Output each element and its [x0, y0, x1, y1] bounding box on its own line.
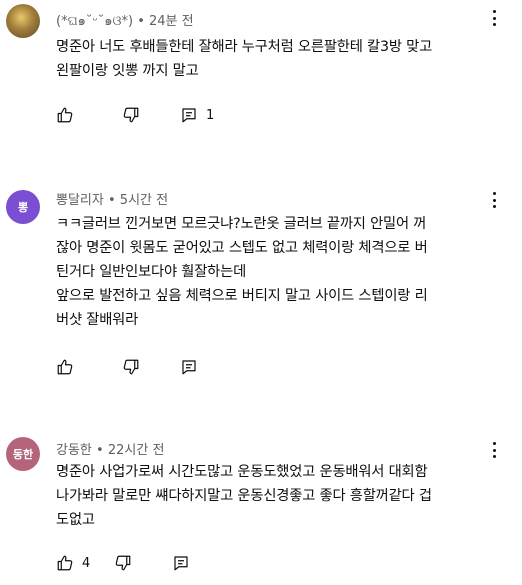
comment-line: 잖아 명준이 윗몸도 굳어있고 스텝도 없고 체력이랑 체격으로 버	[56, 240, 428, 256]
comment-line: ㅋㅋ글러브 낀거보면 모르긋냐?노란옷 글러브 끝까지 안밀어 꺼	[56, 216, 427, 232]
author-name[interactable]: 뽕달리자	[56, 193, 104, 208]
dislike-button[interactable]	[122, 358, 140, 376]
like-count: 4	[82, 555, 91, 571]
comment-text: ㅋㅋ글러브 낀거보면 모르긋냐?노란옷 글러브 끝까지 안밀어 꺼 잖아 명준이…	[56, 212, 510, 332]
more-vert-icon[interactable]	[486, 190, 502, 210]
comment-meta: 강동한 • 22시간 전	[56, 439, 164, 458]
comment-line: 앞으로 발전하고 싶음 체력으로 버티지 말고 사이드 스텝이랑 리	[56, 288, 428, 304]
comment-meta: (*ଘ๑˘ᵕ˘๑ଓ*) • 24분 전	[56, 10, 194, 31]
reply-icon	[182, 108, 196, 123]
avatar-text: 뽕	[17, 201, 29, 214]
like-button[interactable]	[56, 106, 82, 124]
reply-button[interactable]	[172, 554, 198, 572]
more-vert-icon[interactable]	[486, 8, 502, 28]
like-button[interactable]	[56, 358, 82, 376]
timestamp[interactable]: 5시간 전	[120, 193, 168, 208]
thumbs-down-icon	[123, 107, 139, 123]
author-name[interactable]: (*ଘ๑˘ᵕ˘๑ଓ*)	[56, 14, 133, 29]
avatar[interactable]: 뽕	[6, 190, 40, 224]
comment-line: 명준아 사업가로써 시간도많고 운동도했었고 운동배워서 대회함	[56, 464, 428, 480]
comment-actions	[56, 355, 246, 379]
reply-icon	[174, 556, 188, 571]
thumbs-down-icon	[123, 359, 139, 375]
avatar[interactable]: 동한	[6, 437, 40, 471]
separator: •	[107, 193, 116, 208]
thumbs-up-icon	[57, 359, 73, 375]
comment-line: 명준아 너도 후배들한테 잘해라 누구처럼 오른팔한테 칼3방 맞고	[56, 39, 433, 55]
comment-line: 도없고	[56, 512, 95, 528]
separator: •	[96, 443, 104, 458]
comment-actions: 4	[56, 551, 238, 575]
avatar-text: 동한	[12, 448, 34, 461]
timestamp[interactable]: 24분 전	[149, 14, 194, 29]
comment-text: 명준아 너도 후배들한테 잘해라 누구처럼 오른팔한테 칼3방 맞고 왼팔이랑 …	[56, 35, 510, 83]
reply-button[interactable]: 1	[180, 106, 214, 124]
avatar[interactable]	[6, 4, 40, 38]
comment-line: 나가봐라 말로만 썌다하지말고 운동신경좋고 좋다 흥할꺼같다 겁	[56, 488, 432, 504]
thumbs-down-icon	[115, 555, 131, 571]
like-button[interactable]: 4	[56, 554, 90, 572]
reply-icon	[182, 360, 196, 375]
author-name[interactable]: 강동한	[56, 443, 92, 458]
more-vert-icon[interactable]	[486, 440, 502, 460]
reply-count: 1	[206, 107, 215, 123]
thumbs-up-icon	[57, 107, 73, 123]
timestamp[interactable]: 22시간 전	[108, 443, 165, 458]
comment-line: 왼팔이랑 잇뽕 까지 말고	[56, 63, 199, 79]
comment-line: 버샷 잘배워라	[56, 312, 139, 328]
comment-meta: 뽕달리자 • 5시간 전	[56, 189, 168, 208]
comment-line: 틴거다 일반인보다야 훨잘하는데	[56, 264, 247, 280]
dislike-button[interactable]	[122, 106, 140, 124]
dislike-button[interactable]	[114, 554, 132, 572]
separator: •	[137, 14, 145, 29]
comment-actions: 1	[56, 103, 254, 127]
reply-button[interactable]	[180, 358, 206, 376]
comment-text: 명준아 사업가로써 시간도많고 운동도했었고 운동배워서 대회함 나가봐라 말로…	[56, 460, 510, 532]
thumbs-up-icon	[57, 555, 73, 571]
